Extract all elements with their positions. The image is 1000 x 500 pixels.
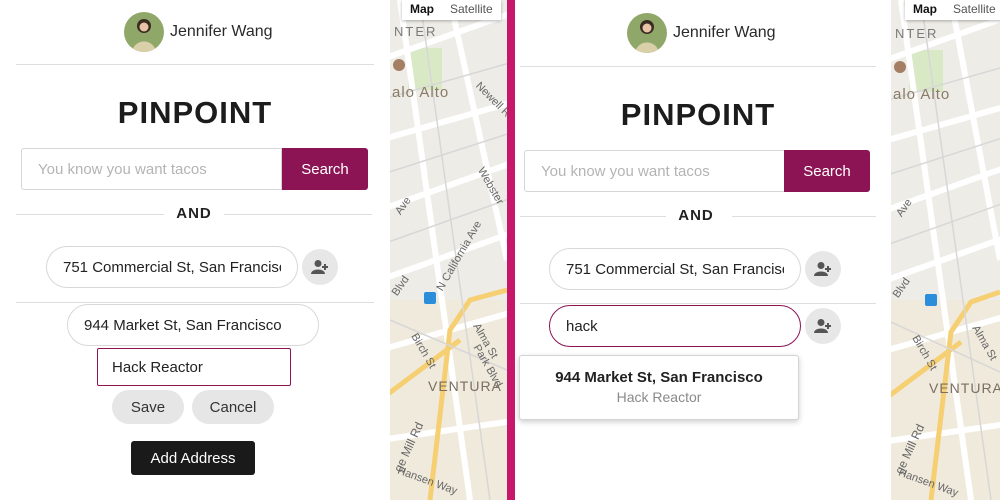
avatar[interactable] bbox=[124, 12, 164, 52]
and-divider-left bbox=[16, 214, 164, 215]
user-profile[interactable]: Jennifer Wang bbox=[627, 13, 776, 53]
add-person-button[interactable] bbox=[805, 308, 841, 344]
address-input-1[interactable] bbox=[549, 248, 801, 290]
header-divider bbox=[16, 64, 374, 65]
comparison-divider bbox=[507, 0, 515, 500]
add-user-icon bbox=[814, 262, 831, 276]
map-type-satellite[interactable]: Satellite bbox=[945, 0, 1000, 20]
cancel-button[interactable]: Cancel bbox=[192, 390, 274, 424]
search-button[interactable]: Search bbox=[282, 148, 368, 190]
suggestion-name: Hack Reactor bbox=[616, 389, 702, 405]
save-button[interactable]: Save bbox=[112, 390, 184, 424]
suggestion-address: 944 Market St, San Francisco bbox=[555, 369, 763, 386]
address-suggestion[interactable]: 944 Market St, San Francisco Hack Reacto… bbox=[519, 355, 799, 420]
user-profile[interactable]: Jennifer Wang bbox=[124, 12, 273, 52]
address-name-input[interactable] bbox=[97, 348, 291, 386]
and-label: AND bbox=[176, 205, 212, 222]
add-user-icon bbox=[814, 319, 831, 333]
address-divider bbox=[16, 302, 374, 303]
search-button[interactable]: Search bbox=[784, 150, 870, 192]
map-label-ventura: VENTURA bbox=[428, 378, 502, 394]
map-view-right[interactable]: Map Satellite NTER alo Alto Ave Blvd Bir… bbox=[891, 0, 1000, 500]
map-label-center: NTER bbox=[895, 26, 939, 41]
add-person-button[interactable] bbox=[302, 249, 338, 285]
map-view-left[interactable]: Map Satellite NTER alo Alto Newell Rd We… bbox=[390, 0, 507, 500]
add-user-icon bbox=[311, 260, 328, 274]
app-logo: PINPOINT bbox=[117, 95, 273, 130]
address-input-1[interactable] bbox=[46, 246, 298, 288]
map-label-center: NTER bbox=[394, 24, 438, 39]
map-type-toggle[interactable]: Map Satellite bbox=[402, 0, 501, 20]
new-address-input[interactable] bbox=[549, 305, 801, 347]
add-person-button[interactable] bbox=[805, 251, 841, 287]
add-address-button[interactable]: Add Address bbox=[131, 441, 255, 475]
header-divider bbox=[520, 66, 876, 67]
search-input[interactable] bbox=[21, 148, 282, 190]
map-type-satellite[interactable]: Satellite bbox=[442, 0, 501, 20]
map-streets bbox=[891, 0, 1000, 500]
right-sidebar: Jennifer Wang PINPOINT Search AND 944 Ma… bbox=[515, 0, 891, 500]
left-sidebar: Jennifer Wang PINPOINT Search AND Save C… bbox=[10, 0, 390, 500]
map-streets bbox=[390, 0, 507, 500]
map-label-city: alo Alto bbox=[392, 84, 450, 101]
map-label-city: alo Alto bbox=[893, 86, 951, 103]
and-divider-right bbox=[224, 214, 372, 215]
address-input-2[interactable] bbox=[67, 304, 319, 346]
and-divider-right bbox=[732, 216, 876, 217]
and-divider-left bbox=[520, 216, 666, 217]
map-type-toggle[interactable]: Map Satellite bbox=[905, 0, 1000, 20]
app-logo: PINPOINT bbox=[620, 97, 776, 132]
and-label: AND bbox=[678, 207, 714, 224]
user-name: Jennifer Wang bbox=[673, 24, 776, 41]
avatar[interactable] bbox=[627, 13, 667, 53]
map-type-map[interactable]: Map bbox=[402, 0, 442, 20]
map-type-map[interactable]: Map bbox=[905, 0, 945, 20]
search-input[interactable] bbox=[524, 150, 785, 192]
map-label-ventura: VENTURA bbox=[929, 380, 1000, 396]
user-name: Jennifer Wang bbox=[170, 23, 273, 40]
address-divider bbox=[520, 303, 876, 304]
